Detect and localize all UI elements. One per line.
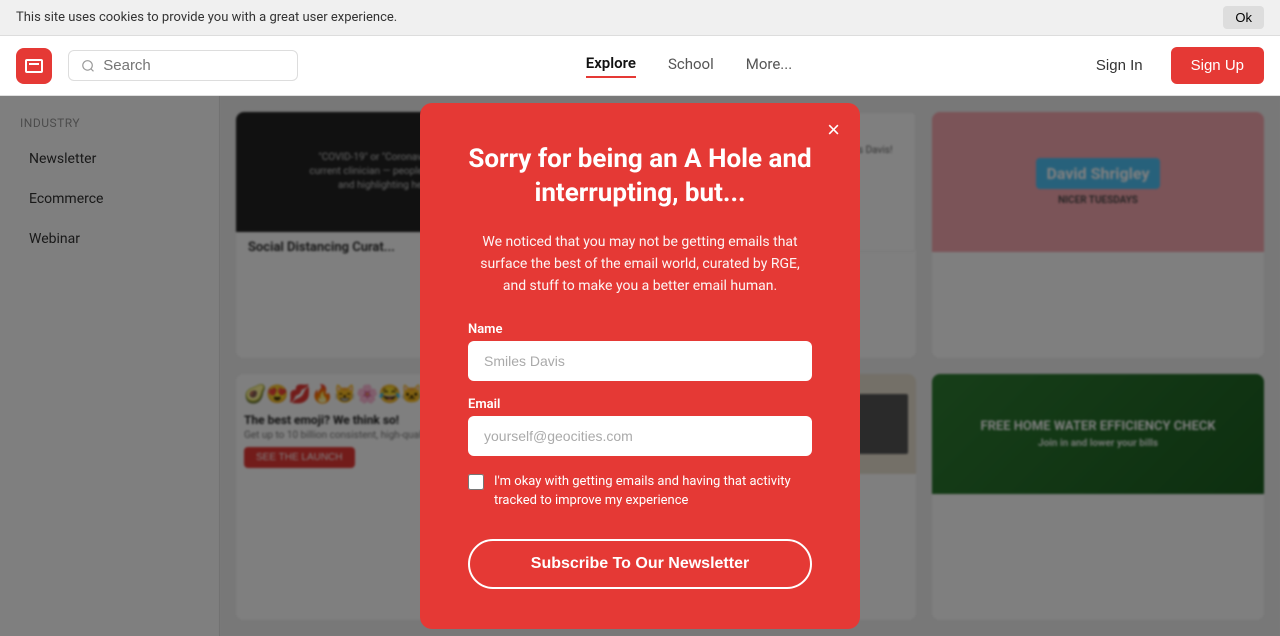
search-bar[interactable]	[68, 50, 298, 81]
header-actions: Sign In Sign Up	[1080, 47, 1264, 84]
name-field: Name	[468, 322, 812, 381]
modal-description: We noticed that you may not be getting e…	[468, 231, 812, 298]
consent-checkbox[interactable]	[468, 474, 484, 490]
cookie-text: This site uses cookies to provide you wi…	[16, 10, 397, 25]
main-nav: Explore School More...	[298, 54, 1080, 78]
search-input[interactable]	[103, 57, 285, 74]
nav-explore[interactable]: Explore	[586, 54, 636, 78]
checkbox-row: I'm okay with getting emails and having …	[468, 472, 812, 511]
checkbox-label[interactable]: I'm okay with getting emails and having …	[494, 472, 812, 511]
name-label: Name	[468, 322, 812, 337]
cookie-banner: This site uses cookies to provide you wi…	[0, 0, 1280, 36]
email-field: Email	[468, 397, 812, 456]
subscribe-button[interactable]: Subscribe To Our Newsletter	[468, 539, 812, 589]
modal-close-button[interactable]: ×	[827, 119, 840, 141]
sign-in-button[interactable]: Sign In	[1080, 49, 1159, 82]
logo[interactable]	[16, 48, 52, 84]
sign-up-button[interactable]: Sign Up	[1171, 47, 1264, 84]
subscription-modal: × Sorry for being an A Hole and interrup…	[420, 103, 860, 629]
cookie-ok-button[interactable]: Ok	[1223, 6, 1264, 29]
modal-title: Sorry for being an A Hole and interrupti…	[468, 143, 812, 211]
nav-school[interactable]: School	[668, 55, 714, 77]
nav-more[interactable]: More...	[746, 55, 792, 77]
modal-overlay[interactable]: × Sorry for being an A Hole and interrup…	[0, 96, 1280, 636]
logo-icon	[25, 59, 43, 73]
email-input[interactable]	[468, 416, 812, 456]
header: Explore School More... Sign In Sign Up	[0, 36, 1280, 96]
main-layout: INDUSTRY Newsletter Ecommerce Webinar "C…	[0, 96, 1280, 636]
email-label: Email	[468, 397, 812, 412]
name-input[interactable]	[468, 341, 812, 381]
search-icon	[81, 58, 95, 74]
